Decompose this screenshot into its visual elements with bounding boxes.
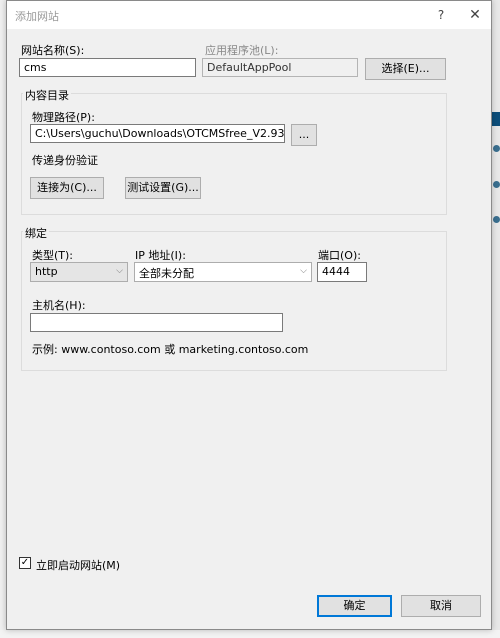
background-icon bbox=[493, 145, 500, 152]
type-dropdown[interactable]: http ⌵ bbox=[30, 262, 128, 282]
app-pool-label: 应用程序池(L): bbox=[205, 44, 279, 57]
background-window-bottom bbox=[0, 630, 500, 638]
dialog-title: 添加网站 bbox=[15, 10, 59, 23]
ip-address-label: IP 地址(I): bbox=[135, 249, 186, 262]
ip-address-dropdown[interactable]: 全部未分配 ⌵ bbox=[134, 262, 312, 282]
connect-as-button[interactable]: 连接为(C)... bbox=[30, 177, 104, 199]
chevron-down-icon: ⌵ bbox=[300, 266, 307, 276]
type-label: 类型(T): bbox=[32, 249, 74, 262]
background-icon bbox=[493, 216, 500, 223]
ok-button[interactable]: 确定 bbox=[317, 595, 392, 617]
ip-address-selected-value: 全部未分配 bbox=[139, 267, 194, 280]
test-settings-button[interactable]: 测试设置(G)... bbox=[125, 177, 201, 199]
binding-title: 绑定 bbox=[23, 225, 49, 241]
port-input[interactable]: 4444 bbox=[317, 262, 367, 282]
help-button[interactable]: ? bbox=[431, 5, 451, 25]
add-website-dialog: 添加网站 ? ✕ 网站名称(S): cms 应用程序池(L): DefaultA… bbox=[6, 0, 492, 630]
site-name-input[interactable]: cms bbox=[19, 58, 196, 77]
title-bar: 添加网站 ? ✕ bbox=[7, 1, 491, 29]
chevron-down-icon: ⌵ bbox=[116, 266, 123, 276]
host-name-input[interactable] bbox=[30, 313, 283, 332]
start-immediately-checkbox[interactable]: ✓ bbox=[19, 557, 31, 569]
app-pool-field: DefaultAppPool bbox=[202, 58, 358, 77]
background-icon bbox=[493, 181, 500, 188]
host-name-example: 示例: www.contoso.com 或 marketing.contoso.… bbox=[32, 343, 309, 356]
pass-through-auth-label: 传递身份验证 bbox=[32, 154, 98, 167]
start-immediately-label[interactable]: 立即启动网站(M) bbox=[36, 557, 120, 573]
close-button[interactable]: ✕ bbox=[465, 5, 485, 25]
content-directory-title: 内容目录 bbox=[23, 87, 71, 103]
site-name-label: 网站名称(S): bbox=[21, 44, 85, 57]
cancel-button[interactable]: 取消 bbox=[401, 595, 481, 617]
host-name-label: 主机名(H): bbox=[32, 299, 86, 312]
type-selected-value: http bbox=[35, 265, 58, 278]
port-label: 端口(O): bbox=[318, 249, 361, 262]
physical-path-input[interactable]: C:\Users\guchu\Downloads\OTCMSfree_V2.93 bbox=[30, 124, 285, 143]
physical-path-label: 物理路径(P): bbox=[32, 111, 95, 124]
select-app-pool-button[interactable]: 选择(E)... bbox=[365, 58, 446, 80]
browse-path-button[interactable]: ... bbox=[291, 124, 317, 146]
